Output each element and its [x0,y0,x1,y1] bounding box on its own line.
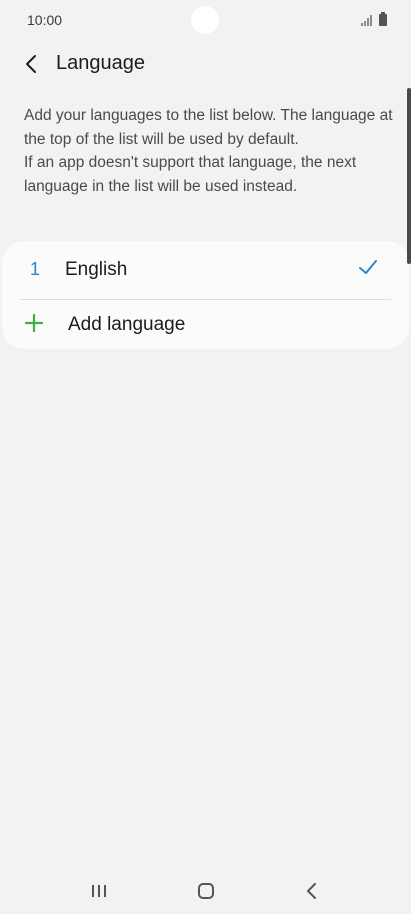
plus-icon [24,313,44,333]
status-bar: 10:00 [0,0,411,40]
home-icon[interactable] [194,880,218,902]
camera-cutout [191,6,219,34]
scrollbar[interactable] [407,88,411,264]
status-icons [361,12,387,26]
language-list: 1 English Add language [2,241,409,349]
battery-icon [379,12,387,26]
signal-icon [361,14,372,26]
list-item-english[interactable]: 1 English [2,241,409,299]
navigation-bar [0,866,411,914]
chevron-left-icon[interactable] [18,50,46,78]
header: Language [0,40,411,90]
back-icon[interactable] [300,880,324,902]
add-language-button[interactable]: Add language [2,299,409,349]
recents-icon[interactable] [87,880,111,902]
status-time: 10:00 [27,12,63,28]
description-line-1: Add your languages to the list below. Th… [24,107,393,148]
add-language-label: Add language [68,314,186,335]
page-title: Language [56,52,145,74]
description: Add your languages to the list below. Th… [24,104,394,198]
language-rank: 1 [30,259,41,279]
check-icon [357,256,379,278]
description-line-2: If an app doesn't support that language,… [24,154,357,195]
language-name: English [65,259,128,280]
